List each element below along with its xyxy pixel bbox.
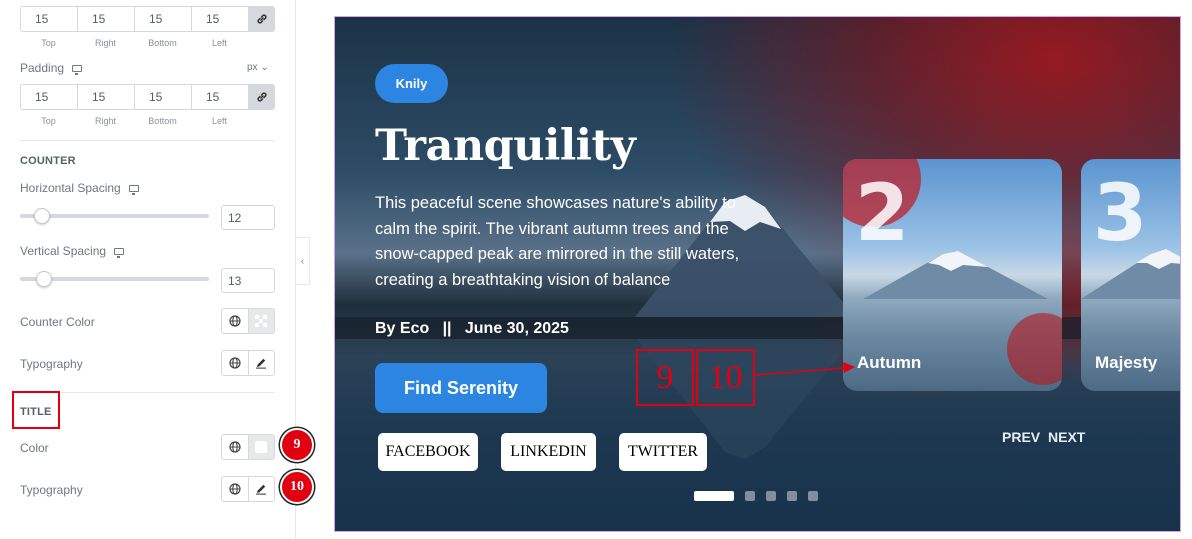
counter-color-controls — [221, 308, 275, 334]
padding-label: Padding — [20, 61, 65, 75]
horizontal-spacing-input[interactable]: 12 — [221, 205, 275, 230]
padding-labels: Top Right Bottom Left — [20, 116, 275, 126]
facebook-link[interactable]: FACEBOOK — [378, 433, 478, 471]
margin-left-input[interactable]: 15 — [192, 7, 249, 31]
counter-typography-controls — [221, 350, 275, 376]
padding-label-row: Padding — [20, 61, 83, 75]
collapse-panel-button[interactable]: ‹ — [296, 237, 310, 285]
white-swatch-icon — [255, 441, 268, 453]
counter-color-label: Counter Color — [20, 315, 95, 329]
dim-label: Top — [41, 38, 56, 48]
counter-typography-label: Typography — [20, 357, 83, 371]
slider-preview: Knily Tranquility This peaceful scene sh… — [334, 16, 1181, 532]
global-typography-button[interactable] — [222, 477, 248, 501]
slide-description: This peaceful scene showcases nature's a… — [375, 194, 740, 289]
slide-card-autumn[interactable]: 2 Autumn — [843, 159, 1062, 391]
step-badge-10: 10 — [280, 470, 314, 504]
pagination-dot[interactable] — [694, 491, 734, 501]
slide-card-majesty[interactable]: 3 Majesty — [1081, 159, 1180, 391]
vertical-spacing-slider-handle[interactable] — [36, 271, 52, 287]
category-tag[interactable]: Knily — [375, 64, 448, 103]
prev-button[interactable]: PREV — [1002, 429, 1040, 445]
pagination-dot[interactable] — [808, 491, 818, 501]
global-colors-button[interactable] — [222, 309, 248, 333]
globe-icon — [229, 441, 241, 453]
title-color-swatch[interactable] — [247, 435, 274, 459]
edit-typography-button[interactable] — [247, 477, 274, 501]
link-icon — [256, 92, 267, 102]
dim-label: Left — [211, 38, 227, 48]
title-color-label: Color — [20, 441, 49, 455]
pagination-dot[interactable] — [766, 491, 776, 501]
margin-top-input[interactable]: 15 — [21, 7, 78, 31]
unit-value: px — [247, 62, 258, 73]
margin-dimensions: 15 15 15 15 — [20, 6, 275, 32]
vertical-spacing-label: Vertical Spacing — [20, 244, 107, 258]
counter-color-swatch[interactable] — [247, 309, 274, 333]
dim-label: Bottom — [148, 38, 177, 48]
padding-right-input[interactable]: 15 — [78, 85, 135, 109]
globe-icon — [229, 315, 241, 327]
card-caption: Majesty — [1095, 353, 1158, 372]
global-typography-button[interactable] — [222, 351, 248, 375]
title-typography-label: Typography — [20, 483, 83, 497]
app: 15 15 15 15 Top Right Bottom Left Paddin… — [0, 0, 1192, 539]
margin-right-input[interactable]: 15 — [78, 7, 135, 31]
globe-icon — [229, 357, 241, 369]
globe-icon — [229, 483, 241, 495]
editor-panel: 15 15 15 15 Top Right Bottom Left Paddin… — [0, 0, 314, 539]
card-number: 2 — [855, 169, 910, 259]
desktop-icon[interactable] — [128, 184, 139, 195]
vertical-spacing-row: Vertical Spacing — [20, 244, 125, 258]
desktop-icon[interactable] — [72, 64, 83, 75]
horizontal-spacing-slider-handle[interactable] — [34, 208, 50, 224]
twitter-link[interactable]: TWITTER — [619, 433, 707, 471]
slide-title: Tranquility — [375, 121, 636, 171]
slide-meta: By Eco || June 30, 2025 — [375, 320, 569, 337]
dim-label: Top — [41, 116, 56, 126]
padding-top-input[interactable]: 15 — [21, 85, 78, 109]
margin-link-button[interactable] — [249, 7, 274, 31]
title-section-title: TITLE — [20, 406, 52, 418]
link-icon — [256, 14, 267, 24]
global-colors-button[interactable] — [222, 435, 248, 459]
find-serenity-button[interactable]: Find Serenity — [375, 363, 547, 413]
dim-label: Right — [94, 116, 116, 126]
dim-label: Bottom — [148, 116, 177, 126]
padding-dimensions: 15 15 15 15 — [20, 84, 275, 110]
step-badge-9: 9 — [280, 428, 314, 462]
dim-label: Right — [94, 38, 116, 48]
card-number: 3 — [1093, 169, 1148, 259]
title-color-controls — [221, 434, 275, 460]
chevron-down-icon: ⌄ — [260, 62, 269, 73]
annotation-box-9: 9 — [636, 349, 694, 406]
pencil-icon — [256, 358, 267, 369]
margin-labels: Top Right Bottom Left — [20, 38, 275, 48]
divider — [20, 140, 275, 141]
padding-link-button[interactable] — [249, 85, 274, 109]
pagination-dot[interactable] — [787, 491, 797, 501]
horizontal-spacing-row: Horizontal Spacing — [20, 181, 139, 195]
card-caption: Autumn — [857, 353, 922, 372]
dim-label: Left — [211, 116, 227, 126]
margin-bottom-input[interactable]: 15 — [135, 7, 192, 31]
padding-left-input[interactable]: 15 — [192, 85, 249, 109]
checker-icon — [255, 315, 268, 327]
desktop-icon[interactable] — [114, 247, 125, 258]
pencil-icon — [256, 484, 267, 495]
chevron-left-icon: ‹ — [300, 255, 305, 267]
padding-bottom-input[interactable]: 15 — [135, 85, 192, 109]
edit-typography-button[interactable] — [247, 351, 274, 375]
horizontal-spacing-label: Horizontal Spacing — [20, 181, 121, 195]
next-button[interactable]: NEXT — [1048, 429, 1085, 445]
unit-selector[interactable]: px ⌄ — [247, 62, 269, 73]
annotation-box-10: 10 — [696, 349, 755, 406]
vertical-spacing-input[interactable]: 13 — [221, 268, 275, 293]
title-typography-controls — [221, 476, 275, 502]
counter-section-title: COUNTER — [20, 155, 76, 167]
linkedin-link[interactable]: LINKEDIN — [501, 433, 596, 471]
pagination-dot[interactable] — [745, 491, 755, 501]
